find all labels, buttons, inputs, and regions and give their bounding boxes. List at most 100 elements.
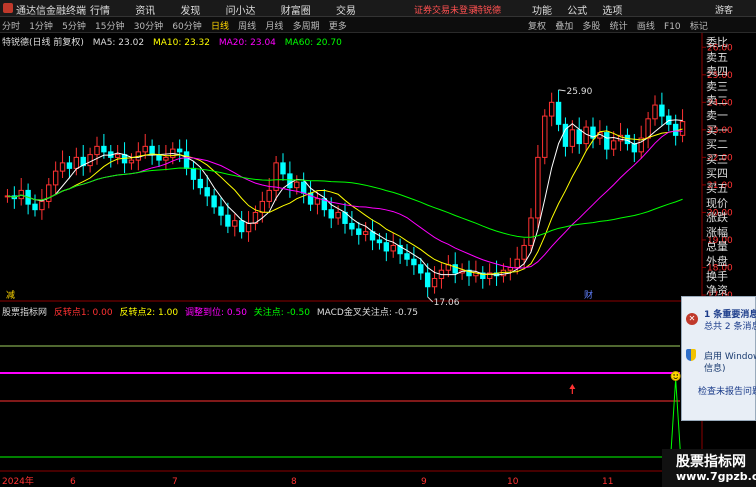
- candle-body: [404, 253, 410, 260]
- tab-1min[interactable]: 1分钟: [29, 19, 53, 32]
- tab-monthly[interactable]: 月线: [265, 19, 283, 32]
- side-sell5: 卖五: [706, 50, 728, 64]
- top-right-menu: 功能 公式 选项: [532, 2, 634, 17]
- candle-body: [114, 154, 121, 158]
- date-label-10: 10: [507, 477, 519, 487]
- menu-gongshi[interactable]: 公式: [567, 2, 587, 17]
- candle-body: [66, 162, 73, 169]
- tool-duogu[interactable]: 多股: [582, 19, 600, 32]
- candle-body: [183, 151, 190, 169]
- menu-zixun[interactable]: 资讯: [135, 2, 155, 17]
- candle-body: [535, 156, 541, 219]
- candle-body: [218, 206, 224, 216]
- menu-caifuquan[interactable]: 财富圈: [281, 2, 311, 17]
- guest-button[interactable]: 游客: [715, 3, 733, 16]
- date-label-8: 8: [291, 477, 297, 487]
- popup-info: 信息): [704, 364, 726, 374]
- ind-legend-rev1: 反转点1: 0.00: [53, 308, 113, 318]
- login-warning[interactable]: 证券交易未登录: [414, 3, 477, 16]
- candle-body: [514, 258, 520, 268]
- tab-fenshi[interactable]: 分时: [2, 19, 20, 32]
- candle-body: [273, 162, 279, 191]
- candle-body: [576, 129, 582, 145]
- menu-gongneng[interactable]: 功能: [532, 2, 552, 17]
- low-price-label: 17.06: [434, 298, 460, 308]
- kline-chart[interactable]: 26.0025.0024.0023.0022.0021.0020.0019.00…: [0, 33, 756, 487]
- smiley-face: [670, 371, 681, 381]
- candle-body: [672, 123, 679, 136]
- menu-faxian[interactable]: 发现: [180, 2, 200, 17]
- tab-weekly[interactable]: 周线: [238, 19, 256, 32]
- candle-body: [335, 211, 341, 219]
- side-buy3: 买三: [706, 152, 728, 166]
- right-tools: 复权 叠加 多股 统计 画线 F10 标记: [528, 19, 714, 32]
- tab-30min[interactable]: 30分钟: [134, 19, 163, 32]
- menu-xuanxiang[interactable]: 选项: [602, 2, 622, 17]
- candle-body: [418, 264, 424, 274]
- tool-fuquan[interactable]: 复权: [528, 19, 546, 32]
- candle-body: [659, 104, 665, 117]
- candle-body: [521, 244, 527, 260]
- tool-tongji[interactable]: 统计: [610, 19, 628, 32]
- side-price: 现价: [706, 196, 728, 210]
- side-pct: 涨幅: [706, 225, 728, 239]
- candle-body: [197, 178, 204, 189]
- smiley-eye-left: [673, 374, 675, 376]
- legend-ma10: MA10: 23.32: [152, 38, 210, 48]
- ind-legend-site: 股票指标网: [2, 308, 48, 318]
- menu-jiaoyi[interactable]: 交易: [336, 2, 356, 17]
- candle-body: [679, 121, 686, 136]
- date-label-year: 2024年: [2, 475, 34, 487]
- ind-legend-focus: 关注点: -0.50: [253, 308, 310, 318]
- candle-body: [542, 115, 548, 158]
- title-bar: 通达信金融终端 行情 资讯 发现 问小达 财富圈 交易 证券交易未登录 特锐德 …: [0, 0, 756, 17]
- tab-daily[interactable]: 日线: [211, 19, 229, 32]
- popup-check-link[interactable]: 检查未报告问题: [698, 384, 756, 397]
- watermark: 股票指标网 www.7gpzb.com: [662, 449, 756, 487]
- smiley-eye-right: [676, 374, 678, 376]
- tab-15min[interactable]: 15分钟: [95, 19, 124, 32]
- candle-body: [204, 187, 210, 197]
- side-sell3: 卖三: [706, 79, 728, 93]
- candle-body: [411, 258, 417, 266]
- candle-body: [528, 217, 534, 246]
- candle-body: [32, 203, 38, 211]
- candle-body: [652, 104, 658, 120]
- windows-notification-popup[interactable]: ✕ 1 条重要消息 总共 2 条消息 启用 Windows 信息) 检查未报告问…: [681, 296, 756, 421]
- date-label-9: 9: [421, 477, 427, 487]
- candle-body: [225, 214, 231, 227]
- candle-body: [266, 189, 272, 202]
- candle-body: [424, 272, 431, 288]
- candle-body: [383, 242, 390, 252]
- side-buy1: 买一: [706, 123, 728, 137]
- candle-body: [631, 143, 638, 153]
- tool-f10[interactable]: F10: [664, 22, 681, 32]
- candle-body: [245, 222, 252, 233]
- tool-diejia[interactable]: 叠加: [555, 19, 573, 32]
- candle-body: [59, 162, 66, 172]
- order-book-panel: 委比 卖五 卖四 卖三 卖二 卖一 买一 买二 买三 买四 买五 现价 涨跌 涨…: [706, 36, 756, 299]
- menu-wenxiaoda[interactable]: 问小达: [226, 2, 256, 17]
- candle-body: [624, 134, 631, 145]
- candle-body: [645, 118, 651, 139]
- tab-60min[interactable]: 60分钟: [172, 19, 201, 32]
- period-toolbar: 分时 1分钟 5分钟 15分钟 30分钟 60分钟 日线 周线 月线 多周期 更…: [0, 17, 756, 33]
- side-sell4: 卖四: [706, 65, 728, 79]
- side-sell1: 卖一: [706, 108, 728, 122]
- tool-huaxian[interactable]: 画线: [637, 19, 655, 32]
- reduce-mark: 减: [6, 289, 15, 301]
- tab-more[interactable]: 更多: [329, 19, 347, 32]
- candle-body: [356, 228, 362, 235]
- ind-legend-rev2: 反转点2: 1.00: [119, 308, 179, 318]
- candle-body: [280, 162, 286, 175]
- stock-name: 特锐德: [474, 6, 502, 16]
- menu-hangqing[interactable]: 行情: [90, 2, 110, 17]
- tab-multi[interactable]: 多周期: [293, 19, 320, 32]
- tool-biaoji[interactable]: 标记: [690, 19, 708, 32]
- candle-body: [128, 159, 135, 164]
- candle-body: [259, 200, 266, 213]
- candle-body: [52, 170, 59, 186]
- candle-body: [555, 101, 562, 125]
- popup-count: 总共 2 条消息: [704, 322, 756, 332]
- tab-5min[interactable]: 5分钟: [62, 19, 86, 32]
